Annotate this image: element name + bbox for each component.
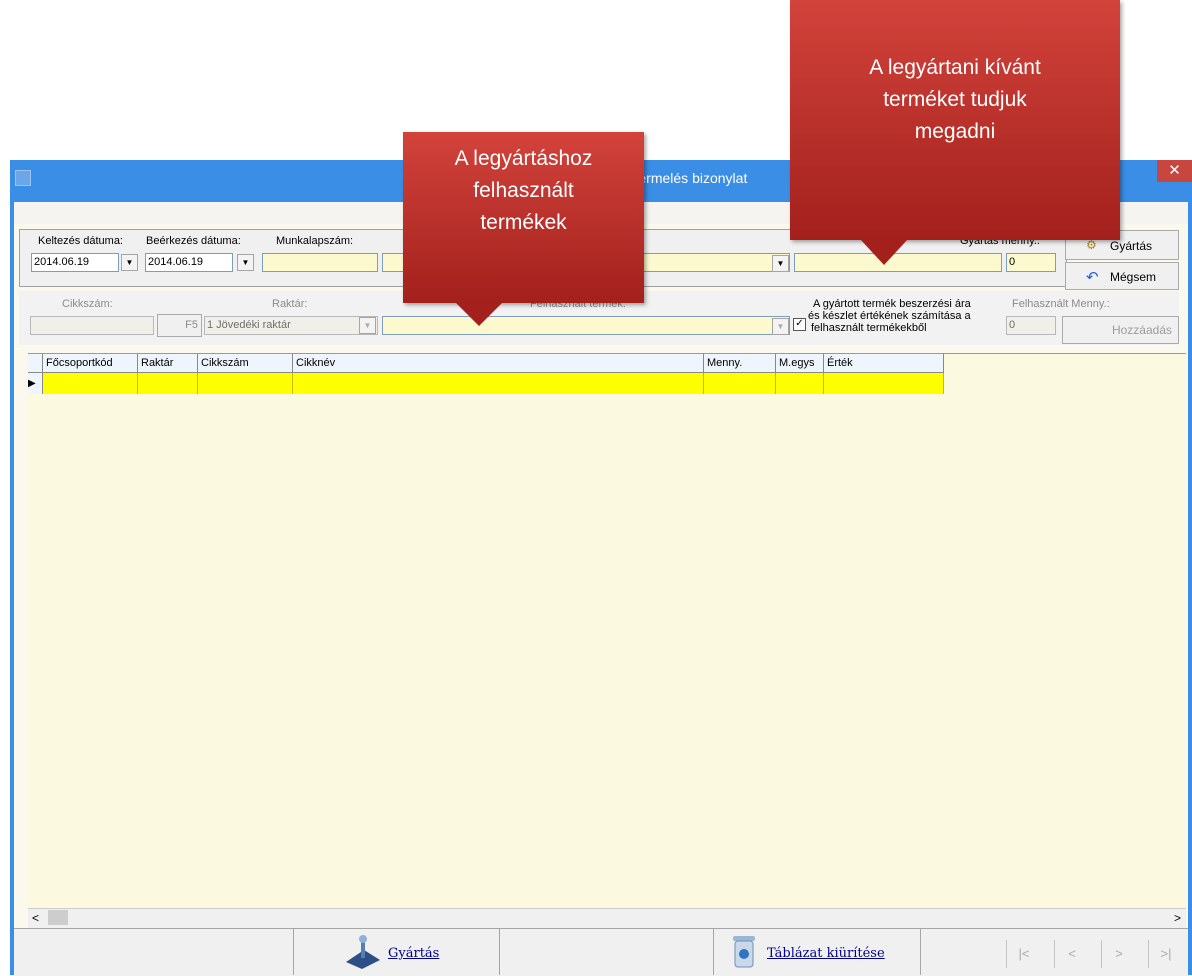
- felhasznalt-termek-select[interactable]: [382, 316, 790, 335]
- table-cell[interactable]: [824, 373, 944, 394]
- scroll-left-icon[interactable]: <: [32, 911, 39, 925]
- felhasznalt-menny-label: Felhasznált Menny.:: [1012, 298, 1110, 310]
- table-cell[interactable]: [198, 373, 293, 394]
- table-cell[interactable]: [704, 373, 776, 394]
- prev-record-icon[interactable]: <: [1054, 940, 1089, 968]
- gyartas-button-label: Gyártás: [1110, 239, 1153, 253]
- col-menny[interactable]: Menny.: [704, 354, 776, 373]
- gyartas-menny-input[interactable]: 0: [1006, 253, 1056, 272]
- raktar-label: Raktár:: [272, 298, 308, 310]
- scroll-thumb[interactable]: [48, 910, 68, 925]
- col-focsoportkod[interactable]: Főcsoportkód: [43, 354, 138, 373]
- callout-arrow: [860, 239, 908, 265]
- callout-arrow: [455, 302, 503, 326]
- trash-icon: [733, 936, 755, 968]
- table-clear-label: Táblázat kiürítése: [767, 946, 885, 961]
- hozzaadas-button[interactable]: Hozzáadás: [1062, 316, 1179, 344]
- scroll-right-icon[interactable]: >: [1174, 911, 1181, 925]
- callout-used-products: A legyártáshoz felhasznált termékek: [403, 132, 644, 303]
- col-cikkszam[interactable]: Cikkszám: [198, 354, 293, 373]
- cikkszam-input[interactable]: [30, 316, 154, 335]
- first-record-icon[interactable]: |<: [1006, 940, 1041, 968]
- col-raktar[interactable]: Raktár: [138, 354, 198, 373]
- callout-product-to-make: A legyártani kívánt terméket tudjuk mega…: [790, 0, 1120, 240]
- col-megys[interactable]: M.egys: [776, 354, 824, 373]
- tool-icon: [346, 935, 380, 969]
- munkalap-input[interactable]: [262, 253, 378, 272]
- megsem-button[interactable]: ↶ Mégsem: [1065, 262, 1179, 290]
- horizontal-scrollbar[interactable]: [28, 908, 1186, 928]
- felhasznalt-menny-input[interactable]: 0: [1006, 316, 1056, 335]
- close-icon[interactable]: ✕: [1157, 160, 1192, 182]
- keltezes-date-field[interactable]: 2014.06.19: [31, 253, 119, 272]
- felhasznalt-dropdown-icon[interactable]: ▼: [772, 318, 789, 335]
- checkbox-label-line1: A gyártott termék beszerzési ára: [813, 298, 971, 310]
- cikkszam-label: Cikkszám:: [62, 298, 113, 310]
- keltezes-dropdown-icon[interactable]: ▼: [121, 254, 138, 271]
- table-cell[interactable]: [293, 373, 704, 394]
- gyartando-dropdown-icon[interactable]: ▼: [772, 255, 789, 272]
- table-cell[interactable]: [138, 373, 198, 394]
- col-cikknev[interactable]: Cikknév: [293, 354, 704, 373]
- raktar-select[interactable]: 1 Jövedéki raktár: [204, 316, 378, 335]
- undo-icon: ↶: [1086, 269, 1099, 286]
- col-ertek[interactable]: Érték: [824, 354, 944, 373]
- f5-button[interactable]: F5: [157, 314, 202, 337]
- megsem-button-label: Mégsem: [1110, 270, 1157, 284]
- next-record-icon[interactable]: >: [1101, 940, 1136, 968]
- gear-icon: ⚙: [1086, 238, 1097, 252]
- checkbox-label-line3: felhasznált termékekből: [811, 322, 927, 334]
- table-cell[interactable]: [43, 373, 138, 394]
- callout-used-products-text: A legyártáshoz felhasznált termékek: [454, 147, 593, 234]
- beerkezes-label: Beérkezés dátuma:: [146, 235, 241, 247]
- gyartas-toolbar-label: Gyártás: [388, 946, 440, 961]
- beerkezes-date-field[interactable]: 2014.06.19: [145, 253, 233, 272]
- keltezes-label: Keltezés dátuma:: [38, 235, 123, 247]
- row-indicator-icon: ▶: [28, 373, 43, 394]
- checkbox-label-line2: és készlet értékének számítása a: [808, 310, 971, 322]
- calc-checkbox[interactable]: ✓: [793, 318, 806, 331]
- last-record-icon[interactable]: >|: [1148, 940, 1183, 968]
- data-grid: [28, 353, 1186, 909]
- beerkezes-dropdown-icon[interactable]: ▼: [237, 254, 254, 271]
- munkalap-label: Munkalapszám:: [276, 235, 354, 247]
- grid-corner: [28, 354, 43, 373]
- raktar-dropdown-icon[interactable]: ▼: [359, 317, 376, 334]
- table-cell[interactable]: [776, 373, 824, 394]
- callout-product-to-make-text: A legyártani kívánt terméket tudjuk mega…: [869, 56, 1041, 143]
